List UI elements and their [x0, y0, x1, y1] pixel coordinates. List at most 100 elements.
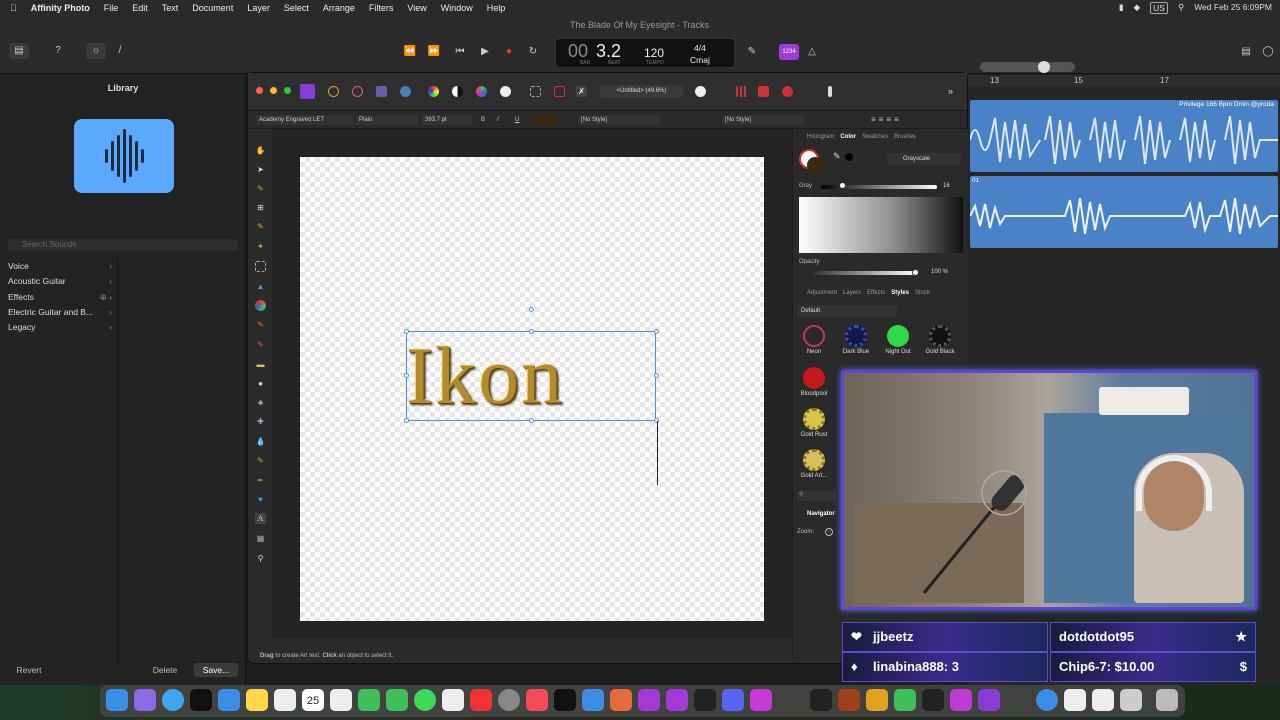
style-gold-art[interactable]	[803, 449, 825, 471]
style-gold-rust[interactable]	[803, 408, 825, 430]
metronome-icon[interactable]: △	[802, 44, 822, 60]
forward-icon[interactable]: ⏩	[424, 44, 444, 60]
text-color-swatch[interactable]	[534, 115, 556, 125]
pen-tool-icon[interactable]: ✒	[255, 475, 266, 486]
crop-tool-icon[interactable]: ⊞	[255, 202, 266, 213]
shape-tool-icon[interactable]: ♥	[255, 494, 266, 505]
style-gold-black[interactable]	[929, 325, 951, 347]
export-persona-icon[interactable]	[400, 86, 411, 97]
style-night-out[interactable]	[887, 325, 909, 347]
text-tool-icon[interactable]: A	[255, 513, 266, 524]
opacity-value[interactable]: 100 %	[931, 269, 948, 275]
library-search-input[interactable]: Search Sounds	[8, 239, 238, 251]
minimize-window-button[interactable]	[270, 87, 277, 94]
zoom-window-button[interactable]	[284, 87, 291, 94]
clock[interactable]: Wed Feb 25 6:09PM	[1194, 2, 1272, 14]
close-window-button[interactable]	[256, 87, 263, 94]
library-item-acoustic-guitar[interactable]: Acoustic Guitar ›	[8, 276, 112, 286]
photos-icon[interactable]	[442, 689, 464, 711]
notes-icon[interactable]	[246, 689, 268, 711]
smart-controls-icon[interactable]: ☼	[86, 43, 106, 59]
tab-layers[interactable]: Layers	[843, 287, 861, 299]
mail-icon[interactable]	[218, 689, 240, 711]
record-icon[interactable]: ●	[499, 44, 519, 60]
calendar-icon[interactable]: 25	[302, 689, 324, 711]
no-selection-icon[interactable]	[554, 86, 565, 97]
marquee-tool-icon[interactable]	[255, 261, 266, 272]
library-item-voice[interactable]: Voice ›	[8, 261, 112, 271]
styles-search-input[interactable]: ⚲	[797, 491, 837, 501]
gray-spectrum[interactable]	[799, 197, 963, 253]
notepad-icon[interactable]: ▤	[1236, 44, 1256, 60]
preview-icon[interactable]	[1064, 689, 1086, 711]
tone-mapping-icon[interactable]	[376, 86, 387, 97]
snapping-icon[interactable]	[736, 86, 747, 97]
music-icon[interactable]	[526, 689, 548, 711]
facetime-icon[interactable]	[386, 689, 408, 711]
folder-icon[interactable]	[1120, 689, 1142, 711]
lcd-display[interactable]: 00 3.2 BAR BEAT 120 TEMPO 4/4 Cmaj	[555, 38, 735, 68]
system-settings-icon[interactable]	[498, 689, 520, 711]
opacity-knob[interactable]	[912, 269, 919, 276]
affinity-photo-icon[interactable]	[950, 689, 972, 711]
spreadsheet-icon[interactable]	[894, 689, 916, 711]
rotate-handle[interactable]	[529, 307, 534, 312]
play-icon[interactable]: ▶	[475, 44, 495, 60]
menu-layer[interactable]: Layer	[247, 3, 270, 13]
library-item-effects[interactable]: Effects ⊕ ›	[8, 292, 112, 302]
flood-select-icon[interactable]: ✦	[255, 241, 266, 252]
black-swatch[interactable]	[845, 153, 853, 161]
assistant-icon[interactable]	[758, 86, 769, 97]
messages-icon[interactable]	[414, 689, 436, 711]
insert-target-icon[interactable]	[828, 86, 832, 97]
fontbook-icon[interactable]	[666, 689, 688, 711]
gray-value[interactable]: 16	[943, 183, 950, 189]
gray-slider-knob[interactable]	[839, 182, 846, 189]
tuner-icon[interactable]: ✎	[742, 44, 762, 60]
sublime-icon[interactable]	[866, 689, 888, 711]
menu-help[interactable]: Help	[487, 3, 506, 13]
stroke-color-swatch[interactable]	[807, 157, 823, 173]
resize-handle[interactable]	[404, 373, 409, 378]
final-cut-icon[interactable]	[694, 689, 716, 711]
finder-icon[interactable]	[106, 689, 128, 711]
library-item-electric-guitar[interactable]: Electric Guitar and B... ›	[8, 307, 112, 317]
freeform-icon[interactable]	[274, 689, 296, 711]
downloads-icon[interactable]	[1092, 689, 1114, 711]
wifi-icon[interactable]: ◆	[1134, 2, 1141, 14]
audio-region-vocal[interactable]: 01	[970, 176, 1278, 248]
move-tool-icon[interactable]: ➤	[255, 164, 266, 175]
font-style-select[interactable]: Plain	[356, 115, 418, 125]
tab-effects[interactable]: Effects	[867, 287, 885, 299]
audio-region-beat[interactable]: Privilege 166 Bpm Dmin @proda	[970, 100, 1278, 172]
navigator-tab[interactable]: Navigator	[807, 511, 835, 517]
menu-view[interactable]: View	[407, 3, 426, 13]
help-icon[interactable]: ?	[48, 43, 68, 59]
timeline-ruler[interactable]: 13 15 17	[968, 75, 1280, 87]
logic-pro-icon[interactable]	[922, 689, 944, 711]
hand-tool-icon[interactable]: ✋	[255, 145, 266, 156]
terminal-icon[interactable]	[810, 689, 832, 711]
tab-brushes[interactable]: Brushes	[894, 131, 916, 143]
clone-tool-icon[interactable]: ♣	[255, 397, 266, 408]
cycle-icon[interactable]: ↻	[523, 44, 543, 60]
tab-adjustment[interactable]: Adjustment	[807, 287, 837, 299]
library-toggle-icon[interactable]: ▤	[9, 43, 29, 59]
reminders-icon[interactable]	[330, 689, 352, 711]
apple-tv-icon[interactable]	[554, 689, 576, 711]
zoom-out-icon[interactable]: −	[825, 528, 833, 536]
bold-icon[interactable]: B	[478, 115, 490, 125]
game-icon[interactable]	[838, 689, 860, 711]
menu-text[interactable]: Text	[162, 3, 179, 13]
styles-category-select[interactable]: Default	[797, 305, 897, 317]
search-icon[interactable]: ⚲	[1178, 2, 1184, 14]
menu-app-name[interactable]: Affinity Photo	[31, 3, 90, 13]
eraser-icon[interactable]: ▬	[255, 359, 266, 370]
hsl-icon[interactable]	[476, 86, 487, 97]
photo-persona-icon[interactable]	[300, 84, 315, 99]
menu-filters[interactable]: Filters	[369, 3, 394, 13]
blur-tool-icon[interactable]: 💧	[255, 436, 266, 447]
resize-handle[interactable]	[529, 329, 534, 334]
levels-icon[interactable]	[452, 86, 463, 97]
discord-icon[interactable]	[722, 689, 744, 711]
